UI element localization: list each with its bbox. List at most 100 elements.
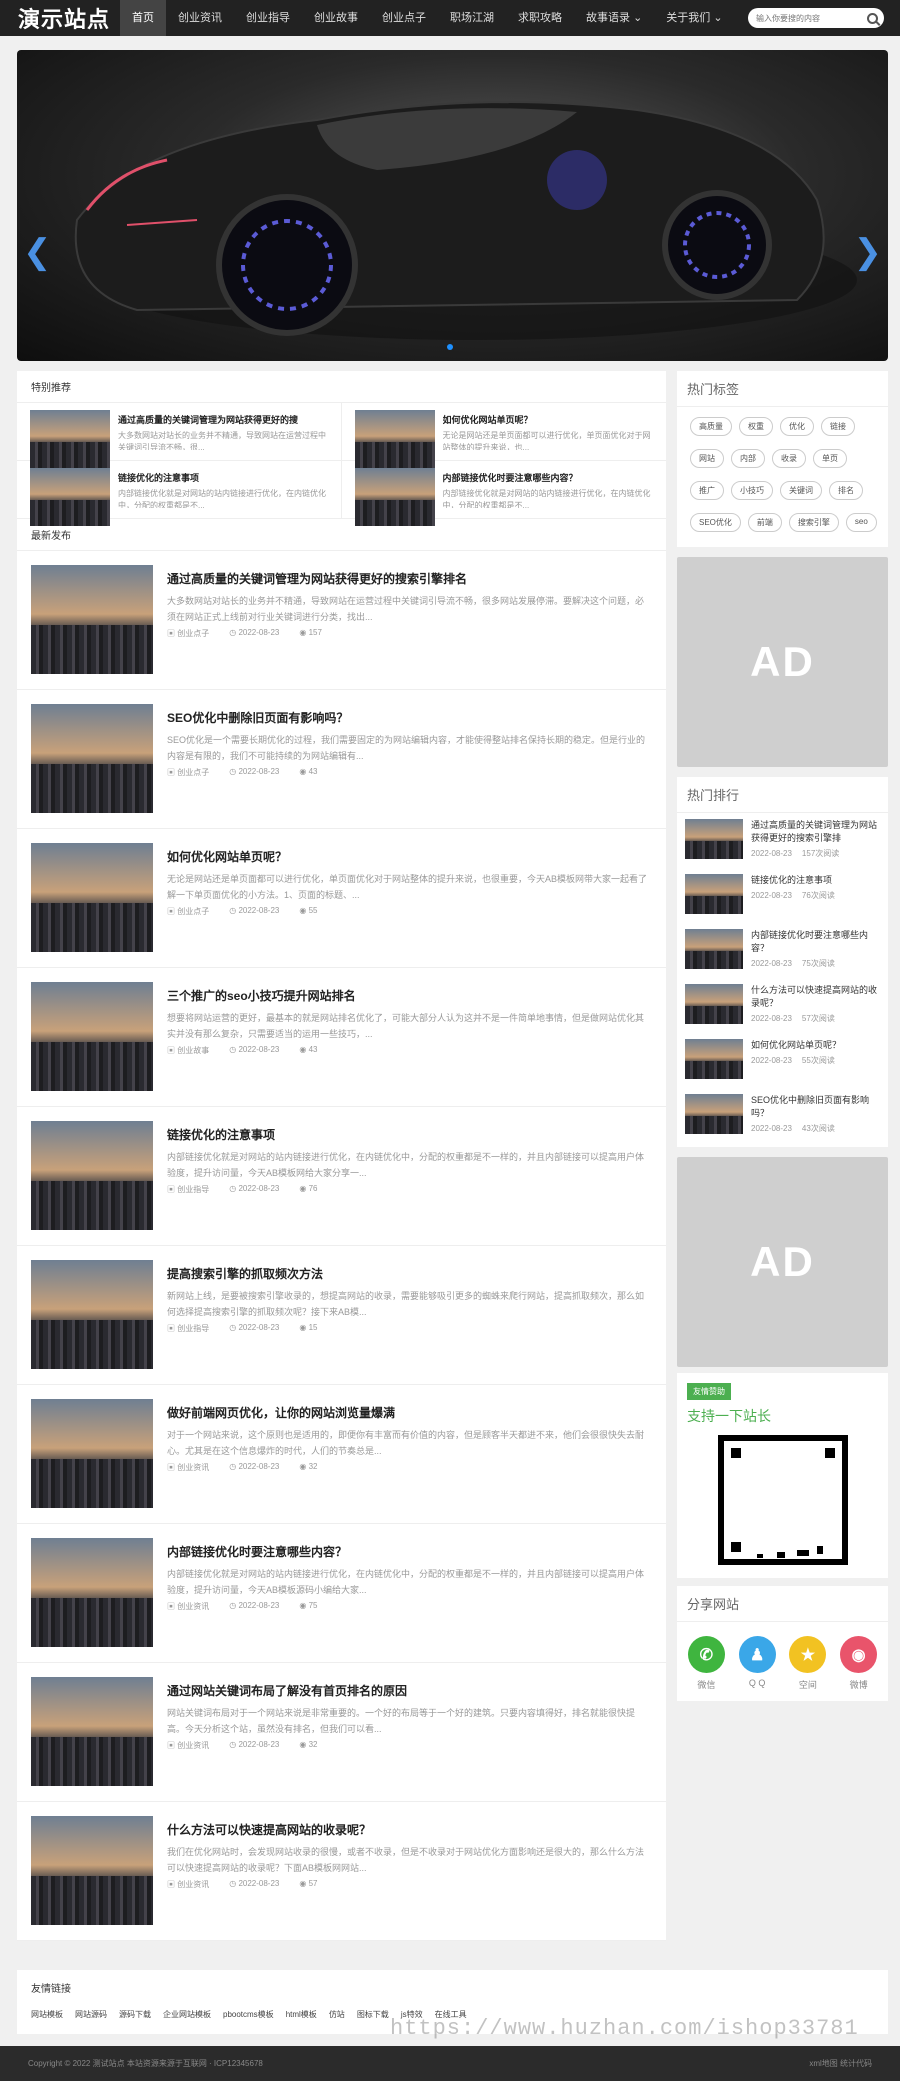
article-category[interactable]: ▣ 创业指导 xyxy=(167,1323,209,1334)
article-category[interactable]: ▣ 创业资讯 xyxy=(167,1740,209,1751)
featured-item-title[interactable]: 链接优化的注意事项 xyxy=(118,471,328,484)
hot-title[interactable]: 通过高质量的关键词管理为网站获得更好的搜索引擎排 xyxy=(751,819,880,845)
slide-dot[interactable] xyxy=(447,344,453,350)
hot-thumb[interactable] xyxy=(685,984,743,1024)
hot-item[interactable]: 通过高质量的关键词管理为网站获得更好的搜索引擎排 2022-08-23 157次阅读 xyxy=(677,813,888,868)
hot-title[interactable]: SEO优化中删除旧页面有影响吗？ xyxy=(751,1094,880,1120)
friend-link[interactable]: 网站模板 xyxy=(31,2009,63,2020)
friend-link[interactable]: 仿站 xyxy=(329,2009,345,2020)
tag-chip[interactable]: 小技巧 xyxy=(731,481,773,500)
tag-chip[interactable]: 高质量 xyxy=(690,417,732,436)
article-category[interactable]: ▣ 创业点子 xyxy=(167,906,209,917)
article-item[interactable]: SEO优化中删除旧页面有影响吗？ SEO优化是一个需要长期优化的过程，我们需要固定… xyxy=(17,690,666,829)
featured-thumb[interactable] xyxy=(354,468,435,526)
article-thumb[interactable] xyxy=(31,565,153,674)
featured-thumb[interactable] xyxy=(30,410,110,468)
article-title[interactable]: 三个推广的seo小技巧提升网站排名 xyxy=(167,987,652,1004)
article-thumb[interactable] xyxy=(31,1538,153,1647)
article-item[interactable]: 内部链接优化时要注意哪些内容？ 内部链接优化就是对网站的站内链接进行优化，在内链优… xyxy=(17,1524,666,1663)
hot-item[interactable]: 如何优化网站单页呢？ 2022-08-23 55次阅读 xyxy=(677,1033,888,1088)
tag-chip[interactable]: 内部 xyxy=(731,449,765,468)
article-thumb[interactable] xyxy=(31,1677,153,1786)
article-category[interactable]: ▣ 创业点子 xyxy=(167,628,209,639)
ad-banner[interactable]: AD xyxy=(677,1157,888,1367)
nav-quotes[interactable]: 故事语录 ⌄ xyxy=(574,0,654,36)
hero-banner[interactable]: ❮ ❯ xyxy=(17,50,888,361)
friend-link[interactable]: pbootcms模板 xyxy=(223,2009,274,2020)
featured-item-title[interactable]: 通过高质量的关键词管理为网站获得更好的搜 xyxy=(118,413,328,426)
friend-link[interactable]: 源码下载 xyxy=(119,2009,151,2020)
hot-title[interactable]: 什么方法可以快速提高网站的收录呢？ xyxy=(751,984,880,1010)
hot-thumb[interactable] xyxy=(685,929,743,969)
featured-item-title[interactable]: 如何优化网站单页呢？ xyxy=(443,413,654,426)
hot-title[interactable]: 如何优化网站单页呢？ xyxy=(751,1039,845,1052)
ad-banner[interactable]: AD xyxy=(677,557,888,767)
article-item[interactable]: 链接优化的注意事项 内部链接优化就是对网站的站内链接进行优化，在内链优化中，分配的… xyxy=(17,1107,666,1246)
tag-chip[interactable]: 前端 xyxy=(747,513,782,532)
tag-chip[interactable]: 权重 xyxy=(739,417,773,436)
share-wechat[interactable]: ✆ 微信 xyxy=(687,1636,725,1691)
tag-chip[interactable]: 推广 xyxy=(690,481,724,500)
article-category[interactable]: ▣ 创业资讯 xyxy=(167,1879,209,1890)
article-thumb[interactable] xyxy=(31,704,153,813)
site-logo[interactable]: 演示站点 xyxy=(0,2,120,34)
wechat-icon[interactable]: ✆ xyxy=(687,1636,725,1673)
friend-link[interactable]: 图标下载 xyxy=(357,2009,389,2020)
tag-chip[interactable]: 优化 xyxy=(780,417,814,436)
nav-startup-news[interactable]: 创业资讯 xyxy=(166,0,234,36)
article-category[interactable]: ▣ 创业指导 xyxy=(167,1184,209,1195)
tag-chip[interactable]: 单页 xyxy=(813,449,847,468)
nav-startup-guide[interactable]: 创业指导 xyxy=(234,0,302,36)
article-title[interactable]: SEO优化中删除旧页面有影响吗？ xyxy=(167,709,652,726)
article-category[interactable]: ▣ 创业资讯 xyxy=(167,1462,209,1473)
article-item[interactable]: 什么方法可以快速提高网站的收录呢？ 我们在优化网站时，会发现网站收录的很慢，或者不… xyxy=(17,1802,666,1941)
featured-item[interactable]: 内部链接优化时要注意哪些内容？ 内部链接优化就是对网站的站内链接进行优化，在内链优… xyxy=(341,461,666,526)
article-title[interactable]: 通过网站关键词布局了解没有首页排名的原因 xyxy=(167,1682,652,1699)
nav-startup-story[interactable]: 创业故事 xyxy=(302,0,370,36)
share-qq[interactable]: ♟ Q Q xyxy=(738,1636,776,1691)
featured-item[interactable]: 如何优化网站单页呢？ 无论是网站还是单页面都可以进行优化，单页面优化对于网站整体的… xyxy=(341,403,666,468)
tag-chip[interactable]: 搜索引擎 xyxy=(788,513,839,532)
hot-thumb[interactable] xyxy=(685,1039,743,1079)
hot-thumb[interactable] xyxy=(685,874,743,914)
hot-title[interactable]: 链接优化的注意事项 xyxy=(751,874,845,887)
weibo-icon[interactable]: ◉ xyxy=(840,1636,878,1673)
qzone-icon[interactable]: ★ xyxy=(789,1636,827,1673)
tag-chip[interactable]: SEO优化 xyxy=(690,513,741,532)
article-category[interactable]: ▣ 创业点子 xyxy=(167,767,209,778)
nav-home[interactable]: 首页 xyxy=(120,0,166,36)
article-item[interactable]: 通过网站关键词布局了解没有首页排名的原因 网站关键词布局对于一个网站来说是非常重要… xyxy=(17,1663,666,1802)
article-item[interactable]: 做好前端网页优化，让你的网站浏览量爆满 对于一个网站来说，这个原则也是适用的，即便… xyxy=(17,1385,666,1524)
article-thumb[interactable] xyxy=(31,1121,153,1230)
article-thumb[interactable] xyxy=(31,1399,153,1508)
footer-links[interactable]: xml地图 统计代码 xyxy=(809,2058,872,2069)
nav-about[interactable]: 关于我们 ⌄ xyxy=(654,0,734,36)
article-title[interactable]: 内部链接优化时要注意哪些内容？ xyxy=(167,1543,652,1560)
article-item[interactable]: 三个推广的seo小技巧提升网站排名 想要将网站运营的更好，最基本的就是网站排名优化… xyxy=(17,968,666,1107)
friend-link[interactable]: html模板 xyxy=(286,2009,317,2020)
article-category[interactable]: ▣ 创业资讯 xyxy=(167,1601,209,1612)
share-qzone[interactable]: ★ 空间 xyxy=(789,1636,827,1691)
hot-item[interactable]: 什么方法可以快速提高网站的收录呢？ 2022-08-23 57次阅读 xyxy=(677,978,888,1033)
tag-chip[interactable]: 收录 xyxy=(772,449,806,468)
hot-item[interactable]: 内部链接优化时要注意哪些内容？ 2022-08-23 75次阅读 xyxy=(677,923,888,978)
article-thumb[interactable] xyxy=(31,843,153,952)
article-item[interactable]: 提高搜索引擎的抓取频次方法 新网站上线，是要被搜索引擎收录的，想提高网站的收录，需… xyxy=(17,1246,666,1385)
article-title[interactable]: 做好前端网页优化，让你的网站浏览量爆满 xyxy=(167,1404,652,1421)
search-icon[interactable] xyxy=(867,12,878,24)
article-title[interactable]: 通过高质量的关键词管理为网站获得更好的搜索引擎排名 xyxy=(167,570,652,587)
nav-startup-ideas[interactable]: 创业点子 xyxy=(370,0,438,36)
article-title[interactable]: 链接优化的注意事项 xyxy=(167,1126,652,1143)
featured-item[interactable]: 通过高质量的关键词管理为网站获得更好的搜 大多数网站对站长的业务并不精通，导致网站… xyxy=(17,403,342,468)
tag-chip[interactable]: 关键词 xyxy=(780,481,822,500)
nav-workplace[interactable]: 职场江湖 xyxy=(438,0,506,36)
share-weibo[interactable]: ◉ 微博 xyxy=(840,1636,878,1691)
article-title[interactable]: 如何优化网站单页呢？ xyxy=(167,848,652,865)
featured-thumb[interactable] xyxy=(354,410,435,468)
featured-item[interactable]: 链接优化的注意事项 内部链接优化就是对网站的站内链接进行优化，在内链优化中，分配的… xyxy=(17,461,342,526)
article-category[interactable]: ▣ 创业故事 xyxy=(167,1045,209,1056)
featured-thumb[interactable] xyxy=(30,468,110,526)
article-thumb[interactable] xyxy=(31,1260,153,1369)
article-title[interactable]: 提高搜索引擎的抓取频次方法 xyxy=(167,1265,652,1282)
article-thumb[interactable] xyxy=(31,982,153,1091)
